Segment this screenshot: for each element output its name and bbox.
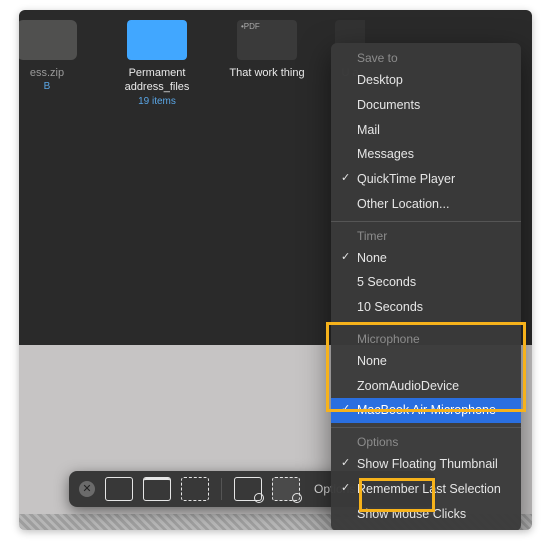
- zip-icon: [19, 20, 77, 60]
- toolbar-divider: [221, 478, 222, 500]
- menu-section-microphone: Microphone: [331, 329, 521, 349]
- file-item[interactable]: Permament address_files 19 items: [115, 20, 199, 108]
- file-name: ess.zip: [19, 66, 89, 80]
- file-name: Permament address_files: [115, 66, 199, 95]
- menu-item-timer-none[interactable]: None: [331, 246, 521, 271]
- menu-item-floating-thumb[interactable]: Show Floating Thumbnail: [331, 452, 521, 477]
- file-sub: 19 items: [115, 95, 199, 108]
- file-item[interactable]: That work thing: [225, 20, 309, 108]
- capture-window-button[interactable]: [143, 477, 171, 501]
- record-entire-screen-button[interactable]: [234, 477, 262, 501]
- menu-item-quicktime[interactable]: QuickTime Player: [331, 167, 521, 192]
- menu-item-documents[interactable]: Documents: [331, 93, 521, 118]
- file-sub: B: [19, 80, 89, 93]
- capture-selection-button[interactable]: [181, 477, 209, 501]
- options-menu: Save to Desktop Documents Mail Messages …: [331, 43, 521, 530]
- menu-item-show-clicks[interactable]: Show Mouse Clicks: [331, 502, 521, 527]
- file-item[interactable]: ess.zip B: [19, 20, 89, 108]
- screenshot-canvas: ess.zip B Permament address_files 19 ite…: [0, 0, 550, 548]
- menu-item-other-location[interactable]: Other Location...: [331, 192, 521, 217]
- menu-item-remember-last[interactable]: Remember Last Selection: [331, 477, 521, 502]
- folder-icon: [127, 20, 187, 60]
- menu-section-save-to: Save to: [331, 48, 521, 68]
- close-icon[interactable]: ✕: [79, 481, 95, 497]
- pdf-icon: [237, 20, 297, 60]
- menu-divider: [331, 427, 521, 428]
- menu-item-mail[interactable]: Mail: [331, 118, 521, 143]
- menu-item-timer-10s[interactable]: 10 Seconds: [331, 295, 521, 320]
- record-selection-button[interactable]: [272, 477, 300, 501]
- menu-item-messages[interactable]: Messages: [331, 142, 521, 167]
- menu-divider: [331, 324, 521, 325]
- menu-section-timer: Timer: [331, 226, 521, 246]
- menu-item-mic-zoom[interactable]: ZoomAudioDevice: [331, 374, 521, 399]
- capture-entire-screen-button[interactable]: [105, 477, 133, 501]
- app-frame: ess.zip B Permament address_files 19 ite…: [19, 10, 532, 530]
- file-name: That work thing: [225, 66, 309, 80]
- menu-item-desktop[interactable]: Desktop: [331, 68, 521, 93]
- menu-item-mic-none[interactable]: None: [331, 349, 521, 374]
- menu-section-options: Options: [331, 432, 521, 452]
- menu-item-timer-5s[interactable]: 5 Seconds: [331, 270, 521, 295]
- menu-item-mic-macbook[interactable]: MacBook Air Microphone: [331, 398, 521, 423]
- menu-divider: [331, 221, 521, 222]
